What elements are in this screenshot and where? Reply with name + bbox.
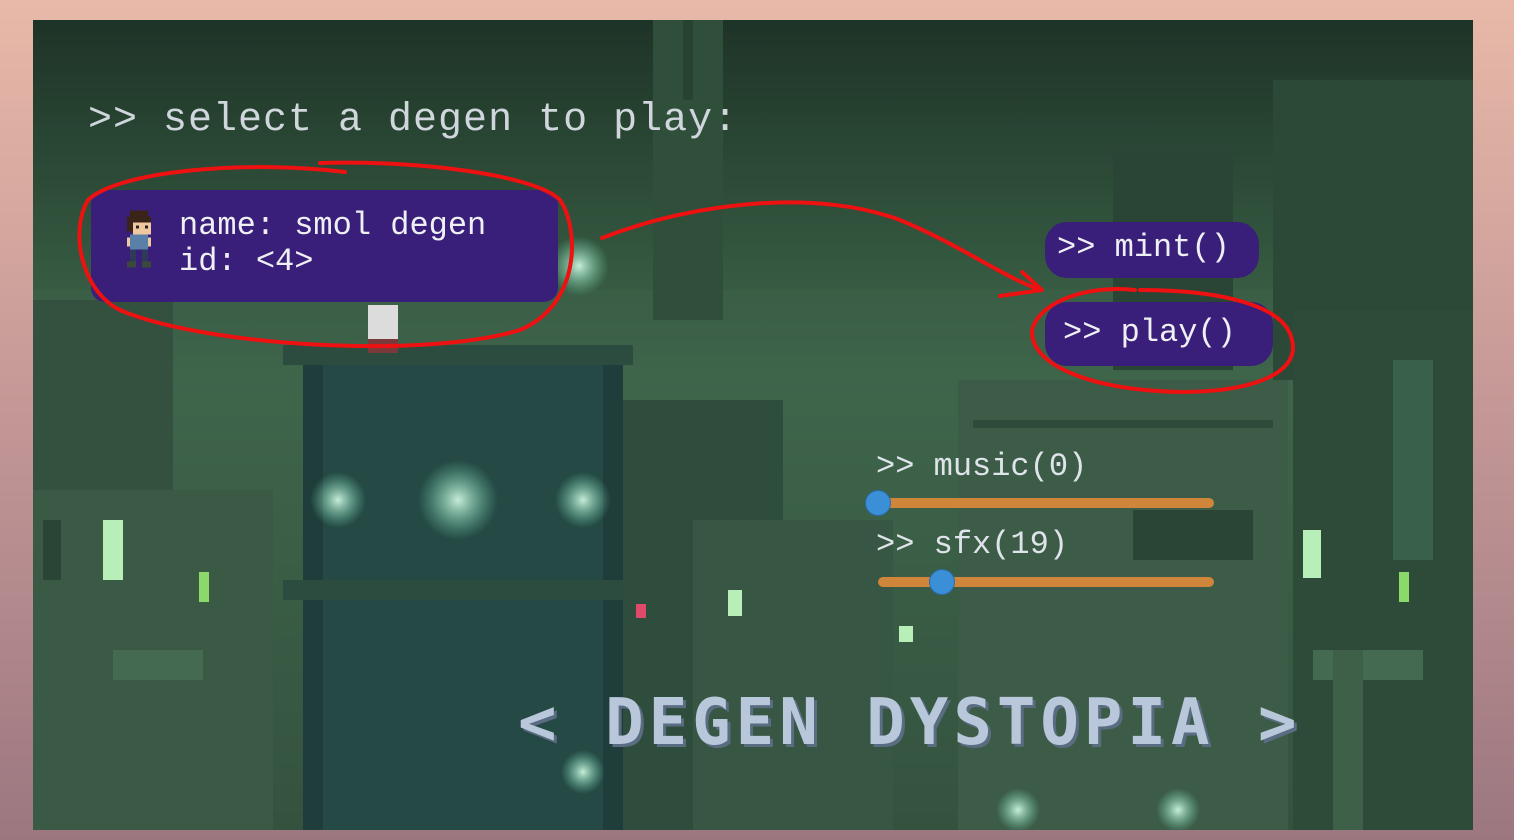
- music-slider-knob[interactable]: [866, 491, 890, 515]
- select-prompt: >> select a degen to play:: [88, 98, 739, 143]
- degen-card[interactable]: name: smol degen id: <4>: [91, 190, 558, 302]
- mint-button[interactable]: >> mint(): [1045, 222, 1259, 278]
- pixel-character-icon: [127, 210, 151, 268]
- music-volume-slider[interactable]: [866, 491, 1214, 515]
- degen-name: name: smol degen: [179, 207, 487, 244]
- game-title: < DEGEN DYSTOPIA >: [518, 686, 1302, 760]
- play-button[interactable]: >> play(): [1045, 302, 1273, 366]
- sfx-volume-label: >> sfx(19): [876, 526, 1069, 563]
- degen-id: id: <4>: [179, 243, 314, 280]
- game-canvas: >> select a degen to play: name: smol de…: [33, 20, 1473, 830]
- music-volume-label: >> music(0): [876, 448, 1088, 485]
- sfx-slider-knob[interactable]: [929, 570, 954, 594]
- sfx-volume-slider[interactable]: [878, 570, 1214, 594]
- degen-info: name: smol degen id: <4>: [179, 208, 486, 280]
